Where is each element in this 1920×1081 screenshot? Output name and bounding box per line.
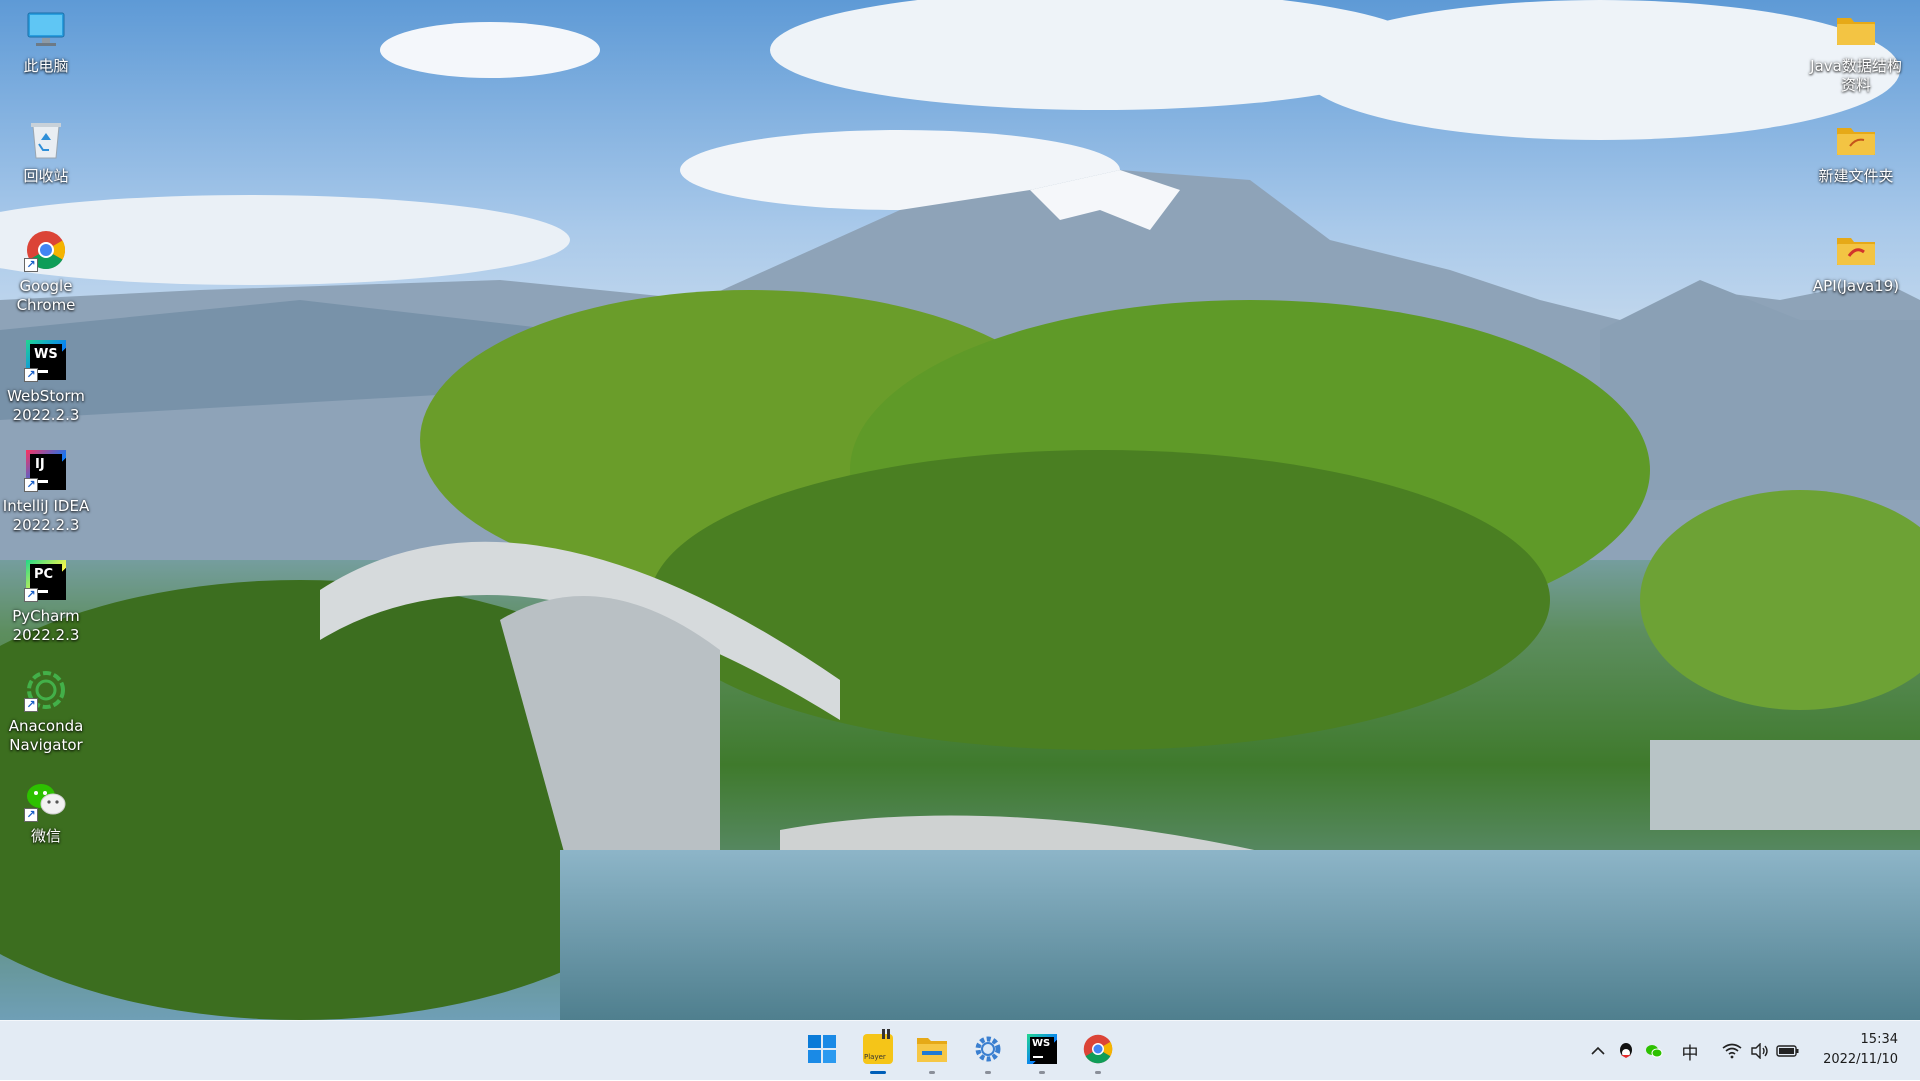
desktop-icon-label: 新建文件夹 — [1818, 167, 1894, 185]
shortcut-arrow-icon: ↗ — [24, 368, 38, 382]
taskbar-webstorm-button[interactable]: WS — [1020, 1027, 1064, 1074]
desktop-icon-recycle-bin[interactable]: 回收站 — [0, 116, 92, 186]
system-tray: 中 — [1584, 1021, 1802, 1081]
windows-start-icon — [808, 1035, 836, 1063]
shortcut-arrow-icon: ↗ — [24, 588, 38, 602]
potplayer-icon-label: Player — [864, 1053, 886, 1061]
taskbar-potplayer-button[interactable]: Player — [856, 1027, 900, 1074]
wechat-icon — [1646, 1045, 1663, 1058]
folder-icon — [1832, 116, 1880, 164]
desktop-icon-label: PyCharm 2022.2.3 — [12, 607, 80, 644]
desktop-icon-api-java19-folder[interactable]: API(Java19) — [1806, 226, 1906, 296]
desktop-icon-wechat[interactable]: ↗ 微信 — [0, 776, 92, 846]
chrome-icon — [1083, 1034, 1113, 1064]
volume-icon — [1751, 1043, 1768, 1059]
clock-date: 2022/11/10 — [1823, 1052, 1898, 1067]
tray-volume-button[interactable] — [1746, 1031, 1774, 1071]
taskbar-settings-button[interactable] — [966, 1027, 1010, 1074]
desktop-icon-label: 微信 — [30, 827, 61, 845]
taskbar-clock[interactable]: 15:34 2022/11/10 — [1823, 1030, 1898, 1070]
settings-gear-icon — [975, 1036, 1001, 1062]
webstorm-icon: WS ↗ — [22, 336, 70, 384]
desktop-icon-intellij-idea[interactable]: IJ ↗ IntelliJ IDEA 2022.2.3 — [0, 446, 92, 535]
desktop-icon-label: 回收站 — [23, 167, 69, 185]
potplayer-icon: Player — [863, 1029, 893, 1064]
shortcut-arrow-icon: ↗ — [24, 698, 38, 712]
desktop-icon-label: 此电脑 — [23, 57, 69, 75]
intellij-icon: IJ ↗ — [22, 446, 70, 494]
taskbar-open-indicator — [1039, 1071, 1045, 1074]
tray-wechat-button[interactable] — [1640, 1031, 1668, 1071]
taskbar-open-indicator — [929, 1071, 935, 1074]
desktop-icon-label: Java数据结构 资料 — [1810, 57, 1902, 94]
desktop-icon-label: API(Java19) — [1812, 277, 1900, 295]
battery-icon — [1776, 1045, 1799, 1057]
desktop-icon-webstorm[interactable]: WS ↗ WebStorm 2022.2.3 — [0, 336, 92, 425]
webstorm-icon-label: WS — [1032, 1038, 1051, 1049]
desktop-icon-anaconda-navigator[interactable]: ↗ Anaconda Navigator — [0, 666, 92, 755]
taskbar-active-indicator — [870, 1071, 886, 1074]
anaconda-icon: ↗ — [22, 666, 70, 714]
qq-icon — [1620, 1043, 1632, 1058]
desktop[interactable]: 此电脑 回收站 ↗ Google Chrome WS ↗ WebStorm 20… — [0, 0, 1920, 1020]
pycharm-icon: PC ↗ — [22, 556, 70, 604]
wifi-icon — [1722, 1043, 1742, 1059]
webstorm-icon: WS — [1027, 1034, 1057, 1064]
wechat-icon: ↗ — [22, 776, 70, 824]
taskbar: Player WS 中 15:34 2022/11/10 — [0, 1020, 1920, 1080]
taskbar-open-indicator — [985, 1071, 991, 1074]
tray-overflow-button[interactable] — [1584, 1031, 1612, 1071]
clock-time: 15:34 — [1860, 1032, 1898, 1047]
tray-qq-button[interactable] — [1612, 1031, 1640, 1071]
desktop-icon-java-data-structures-folder[interactable]: Java数据结构 资料 — [1806, 6, 1906, 95]
recycle-bin-icon — [22, 116, 70, 164]
computer-icon — [22, 6, 70, 54]
tray-battery-button[interactable] — [1774, 1031, 1802, 1071]
folder-icon — [1832, 226, 1880, 274]
desktop-icon-label: WebStorm 2022.2.3 — [7, 387, 85, 424]
desktop-icon-this-pc[interactable]: 此电脑 — [0, 6, 92, 76]
folder-icon — [1832, 6, 1880, 54]
tray-network-button[interactable] — [1718, 1031, 1746, 1071]
taskbar-chrome-button[interactable] — [1076, 1027, 1120, 1074]
taskbar-start-button[interactable] — [800, 1027, 844, 1071]
shortcut-arrow-icon: ↗ — [24, 258, 38, 272]
file-explorer-icon — [917, 1038, 947, 1062]
tray-ime-indicator[interactable]: 中 — [1668, 1031, 1712, 1071]
desktop-icon-google-chrome[interactable]: ↗ Google Chrome — [0, 226, 92, 315]
desktop-icon-pycharm[interactable]: PC ↗ PyCharm 2022.2.3 — [0, 556, 92, 645]
desktop-icon-label: Google Chrome — [16, 277, 76, 314]
shortcut-arrow-icon: ↗ — [24, 478, 38, 492]
chrome-icon: ↗ — [22, 226, 70, 274]
desktop-icon-label: Anaconda Navigator — [8, 717, 84, 754]
taskbar-open-indicator — [1095, 1071, 1101, 1074]
chevron-up-icon — [1591, 1046, 1605, 1055]
shortcut-arrow-icon: ↗ — [24, 808, 38, 822]
desktop-icon-new-folder[interactable]: 新建文件夹 — [1806, 116, 1906, 186]
taskbar-file-explorer-button[interactable] — [910, 1027, 954, 1074]
wallpaper — [0, 0, 1920, 1020]
desktop-icon-label: IntelliJ IDEA 2022.2.3 — [2, 497, 90, 534]
